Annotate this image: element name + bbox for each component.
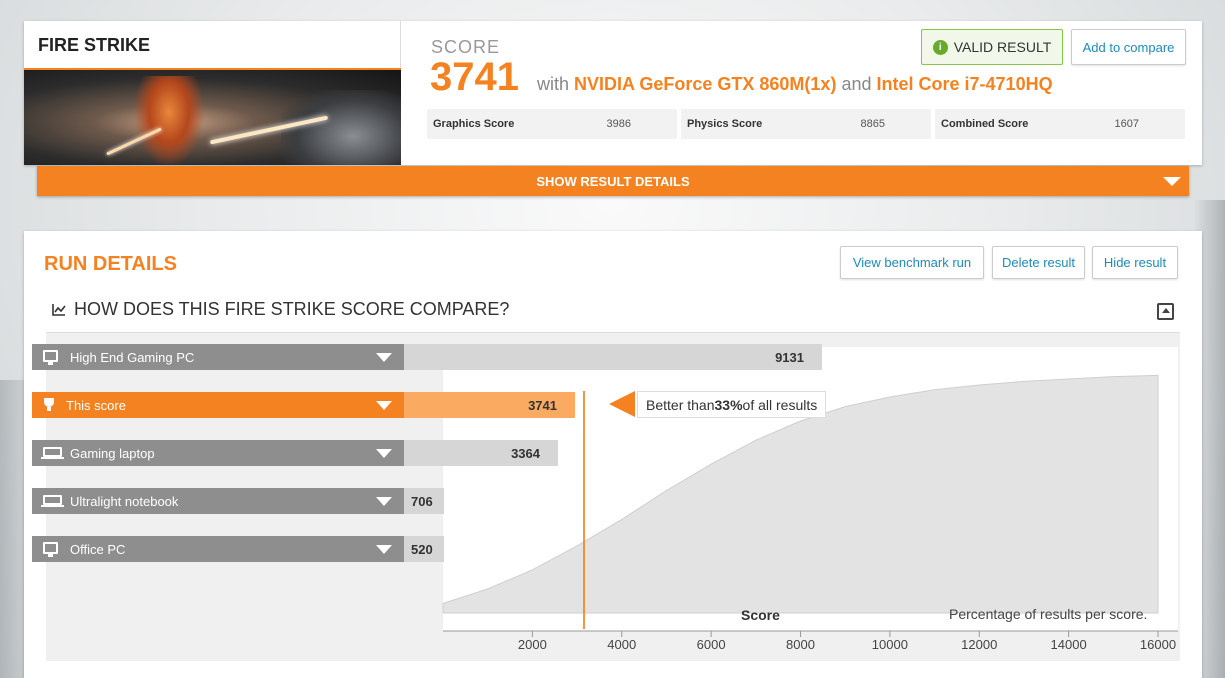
check-circle-icon: i bbox=[932, 39, 948, 55]
chevron-down-icon[interactable] bbox=[376, 497, 392, 506]
compare-bar-value: 9131 bbox=[775, 349, 804, 365]
compare-row-label[interactable]: Office PC bbox=[32, 536, 404, 562]
subscore-physics: Physics Score 8865 bbox=[681, 109, 931, 139]
x-tick-label: 8000 bbox=[786, 637, 815, 652]
hide-result-button[interactable]: Hide result bbox=[1092, 246, 1178, 279]
compare-bar: 706 bbox=[404, 488, 444, 514]
compare-bar-value: 706 bbox=[411, 493, 433, 509]
callout-box: Better than 33% of all results bbox=[637, 391, 827, 418]
valid-result-badge: i VALID RESULT bbox=[921, 29, 1063, 65]
subscore-value: 1607 bbox=[1114, 118, 1139, 130]
this-score-marker-line bbox=[583, 391, 585, 629]
subscore-combined: Combined Score 1607 bbox=[935, 109, 1185, 139]
compare-title: HOW DOES THIS FIRE STRIKE SCORE COMPARE? bbox=[74, 299, 510, 319]
subscore-name: Graphics Score bbox=[433, 118, 515, 130]
valid-result-label: VALID RESULT bbox=[953, 39, 1052, 55]
result-summary-card: FIRE STRIKE SCORE 3741 with NVIDIA GeFor… bbox=[24, 21, 1202, 165]
chart-note: Percentage of results per score. bbox=[949, 606, 1148, 622]
chevron-down-icon[interactable] bbox=[376, 545, 392, 554]
add-to-compare-button[interactable]: Add to compare bbox=[1071, 29, 1186, 65]
collapse-up-icon[interactable] bbox=[1157, 303, 1174, 320]
compare-bar: 520 bbox=[404, 536, 444, 562]
benchmark-panel: FIRE STRIKE bbox=[24, 21, 401, 165]
hardware-line: with NVIDIA GeForce GTX 860M(1x) and Int… bbox=[537, 74, 1053, 95]
x-tick-label: 16000 bbox=[1139, 637, 1177, 652]
callout-arrow bbox=[609, 391, 635, 417]
x-axis-label: Score bbox=[741, 607, 780, 623]
line-chart-icon bbox=[52, 304, 66, 316]
laptop-icon bbox=[41, 495, 64, 507]
callout-suffix: of all results bbox=[742, 396, 818, 413]
compare-bar: 3364 bbox=[404, 440, 558, 466]
with-text: with bbox=[537, 74, 570, 94]
compare-row-label[interactable]: Ultralight notebook bbox=[32, 488, 404, 514]
x-tick-label: 6000 bbox=[696, 637, 726, 652]
compare-row-name: High End Gaming PC bbox=[70, 349, 195, 365]
x-tick-label: 2000 bbox=[517, 637, 547, 652]
x-tick-label: 14000 bbox=[1050, 637, 1087, 652]
compare-row-name: Gaming laptop bbox=[70, 445, 155, 461]
benchmark-image bbox=[24, 68, 401, 165]
show-result-details-button[interactable]: SHOW RESULT DETAILS bbox=[37, 166, 1189, 196]
compare-row-label[interactable]: High End Gaming PC bbox=[32, 344, 404, 370]
benchmark-title: FIRE STRIKE bbox=[38, 35, 151, 55]
compare-row-name: This score bbox=[66, 397, 126, 413]
compare-bar-value: 3741 bbox=[528, 397, 557, 413]
subscores: Graphics Score 3986 Physics Score 8865 C… bbox=[427, 109, 1185, 139]
compare-bar: 9131 bbox=[404, 344, 822, 370]
chevron-down-icon[interactable] bbox=[376, 401, 392, 410]
subscore-value: 3986 bbox=[606, 118, 631, 130]
show-result-details-label: SHOW RESULT DETAILS bbox=[536, 173, 690, 189]
compare-bar-value: 520 bbox=[411, 541, 433, 557]
run-details-title: RUN DETAILS bbox=[44, 253, 177, 275]
x-tick-label: 4000 bbox=[607, 637, 637, 652]
chevron-down-icon[interactable] bbox=[376, 449, 392, 458]
compare-row-name: Office PC bbox=[70, 541, 126, 557]
callout-percent: 33% bbox=[714, 396, 743, 413]
compare-bar: 3741 bbox=[404, 392, 575, 418]
x-tick-label: 10000 bbox=[871, 637, 908, 652]
compare-bar-value: 3364 bbox=[511, 445, 540, 461]
desktop-icon bbox=[43, 542, 58, 557]
compare-row-label[interactable]: This score bbox=[32, 392, 404, 418]
subscore-graphics: Graphics Score 3986 bbox=[427, 109, 677, 139]
subscore-name: Combined Score bbox=[941, 118, 1029, 130]
chevron-down-icon[interactable] bbox=[376, 353, 392, 362]
desktop-icon bbox=[43, 350, 58, 365]
x-tick-label: 12000 bbox=[961, 637, 998, 652]
score-value: 3741 bbox=[430, 55, 519, 99]
compare-row-name: Ultralight notebook bbox=[70, 493, 179, 509]
and-text: and bbox=[841, 74, 872, 94]
compare-section-header: HOW DOES THIS FIRE STRIKE SCORE COMPARE? bbox=[52, 299, 509, 320]
callout-prefix: Better than bbox=[646, 396, 715, 413]
trophy-icon bbox=[44, 398, 54, 411]
gpu-name[interactable]: NVIDIA GeForce GTX 860M(1x) bbox=[574, 74, 836, 94]
subscore-value: 8865 bbox=[860, 118, 885, 130]
laptop-icon bbox=[41, 447, 64, 459]
compare-row-label[interactable]: Gaming laptop bbox=[32, 440, 404, 466]
view-benchmark-run-button[interactable]: View benchmark run bbox=[840, 246, 984, 279]
delete-result-button[interactable]: Delete result bbox=[992, 246, 1085, 279]
cpu-name[interactable]: Intel Core i7-4710HQ bbox=[877, 74, 1053, 94]
subscore-name: Physics Score bbox=[687, 118, 763, 130]
chevron-down-icon bbox=[1163, 177, 1181, 186]
